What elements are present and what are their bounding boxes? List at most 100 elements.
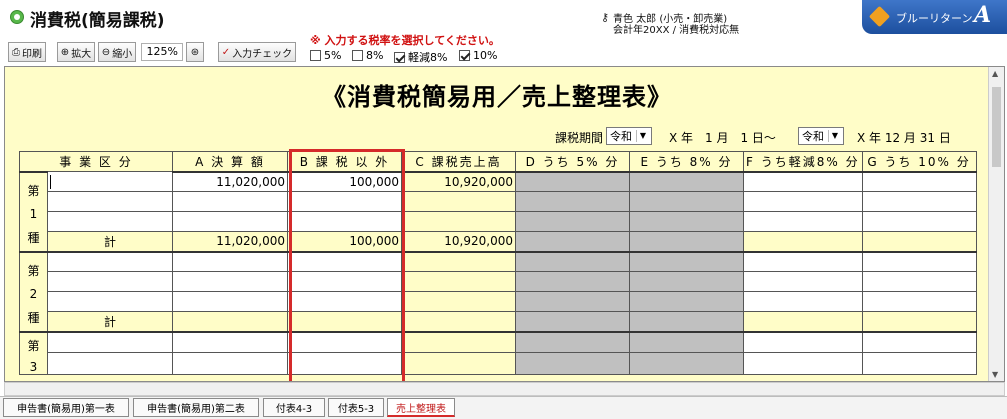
- amount-f-cell[interactable]: [743, 250, 863, 272]
- amount-b-cell[interactable]: [287, 352, 402, 375]
- total-b-cell: 100,000: [287, 231, 402, 252]
- sheet-tabs: 申告書(簡易用)第一表 申告書(簡易用)第二表 付表4-3 付表5-3 売上整理…: [0, 396, 1007, 419]
- business-name-cell[interactable]: [47, 211, 173, 232]
- business-name-cell[interactable]: [47, 271, 173, 292]
- amount-b-cell[interactable]: [287, 191, 402, 212]
- amount-f-cell[interactable]: [743, 352, 863, 375]
- business-name-cell[interactable]: [47, 291, 173, 312]
- business-name-cell[interactable]: [47, 352, 173, 375]
- amount-g-cell[interactable]: [861, 271, 977, 292]
- tab-schedule-4-3[interactable]: 付表4-3: [263, 398, 325, 417]
- amount-f-cell[interactable]: [743, 170, 863, 192]
- table-row: [20, 211, 977, 232]
- business-name-cell[interactable]: [47, 191, 173, 212]
- amount-b-cell[interactable]: [287, 250, 402, 272]
- zoom-level-field[interactable]: 125%: [141, 43, 183, 61]
- total-row: 計 11,020,000 100,000 10,920,000: [20, 231, 977, 252]
- chevron-down-icon: ▼: [636, 130, 649, 142]
- amount-a-cell[interactable]: [172, 191, 288, 212]
- rate-8-checkbox[interactable]: 8%: [352, 49, 383, 62]
- amount-g-cell[interactable]: [861, 170, 977, 192]
- amount-g-cell[interactable]: [861, 291, 977, 312]
- zoom-out-button[interactable]: ⊖ 縮小: [98, 42, 136, 62]
- business-name-cell[interactable]: [47, 330, 173, 354]
- scroll-down-icon[interactable]: ▼: [992, 370, 998, 379]
- business-name-cell[interactable]: [47, 171, 173, 192]
- scroll-thumb[interactable]: [992, 87, 1001, 167]
- total-f-cell: [743, 311, 863, 332]
- amount-g-cell[interactable]: [861, 250, 977, 272]
- horizontal-scrollbar[interactable]: [4, 382, 1005, 396]
- scroll-up-icon[interactable]: ▲: [992, 69, 998, 78]
- amount-f-cell[interactable]: [743, 191, 863, 212]
- checkbox-box[interactable]: [352, 50, 363, 61]
- amount-g-cell[interactable]: [861, 330, 977, 354]
- business-name-cell[interactable]: [47, 250, 173, 272]
- table-row: 第 1 種 11,020,000 100,000 10,920,000: [19, 170, 977, 252]
- amount-f-cell[interactable]: [743, 211, 863, 232]
- amount-f-cell[interactable]: [743, 291, 863, 312]
- amount-a-cell[interactable]: [172, 271, 288, 292]
- amount-a-cell[interactable]: [172, 291, 288, 312]
- zoom-in-button[interactable]: ⊕ 拡大: [57, 42, 95, 62]
- zoom-out-icon: ⊖: [101, 46, 111, 58]
- amount-b-cell[interactable]: [287, 211, 402, 232]
- tab-sales-sheet[interactable]: 売上整理表: [387, 398, 455, 417]
- amount-b-cell[interactable]: [287, 330, 402, 354]
- amount-g-cell[interactable]: [861, 352, 977, 375]
- amount-c-cell: [401, 352, 516, 375]
- rate-5-checkbox[interactable]: 5%: [310, 49, 341, 62]
- amount-a-cell[interactable]: 11,020,000: [172, 170, 288, 192]
- amount-b-cell[interactable]: [287, 271, 402, 292]
- zoom-in-icon: ⊕: [60, 46, 70, 58]
- amount-b-cell[interactable]: 100,000: [287, 170, 402, 192]
- table-row: [20, 191, 977, 212]
- tab-schedule-5-3[interactable]: 付表5-3: [328, 398, 384, 417]
- vertical-scrollbar[interactable]: ▲ ▼: [988, 67, 1004, 381]
- brand-letter: A: [974, 2, 992, 28]
- period-label: 課税期間: [555, 131, 604, 145]
- total-c-cell: [401, 311, 516, 332]
- sheet-title: 《消費税簡易用／売上整理表》: [322, 83, 672, 111]
- amount-a-cell[interactable]: [172, 330, 288, 354]
- category-char: 3: [29, 359, 38, 374]
- checkbox-box[interactable]: [310, 50, 321, 61]
- sales-sheet: 《消費税簡易用／売上整理表》 課税期間 令和 ▼ X 年 1 月 1 日～ 令和…: [4, 66, 1005, 382]
- rate-10-checkbox[interactable]: 10%: [459, 49, 497, 62]
- brand-logo[interactable]: ブルーリターン A: [862, 0, 1007, 34]
- zoom-in-label: 拡大: [71, 48, 92, 60]
- amount-f-cell[interactable]: [743, 330, 863, 354]
- amount-a-cell[interactable]: [172, 250, 288, 272]
- amount-f-cell[interactable]: [743, 271, 863, 292]
- brand-diamond-icon: [868, 5, 891, 28]
- table-row: [20, 271, 977, 292]
- print-button[interactable]: ⎙ 印刷: [8, 42, 46, 62]
- amount-b-cell[interactable]: [287, 291, 402, 312]
- rate-warning: ※ 入力する税率を選択してください。: [310, 34, 500, 47]
- tab-return-page1[interactable]: 申告書(簡易用)第一表: [3, 398, 129, 417]
- tab-return-page2[interactable]: 申告書(簡易用)第二表: [133, 398, 259, 417]
- category-char: 第: [27, 338, 40, 353]
- zoom-reset-button[interactable]: ⊛: [186, 42, 204, 62]
- amount-g-cell[interactable]: [861, 211, 977, 232]
- amount-a-cell[interactable]: [172, 352, 288, 375]
- header-cell: G うち 10% 分: [861, 151, 977, 172]
- era-end-select[interactable]: 令和 ▼: [798, 127, 844, 145]
- total-e-cell: [629, 311, 744, 332]
- fiscal-info: 会計年20XX / 消費税対応無: [613, 25, 740, 36]
- input-check-button[interactable]: ✓ 入力チェック: [218, 42, 296, 62]
- total-g-cell: [861, 311, 977, 332]
- table-row: [20, 352, 977, 375]
- amount-d-cell: [515, 250, 630, 272]
- amount-a-cell[interactable]: [172, 211, 288, 232]
- period-start-text: X 年 1 月 1 日～: [669, 131, 776, 145]
- era-start-select[interactable]: 令和 ▼: [606, 127, 652, 145]
- rate-reduced8-checkbox[interactable]: 軽減8%: [394, 49, 447, 65]
- category-char: 第: [27, 263, 40, 278]
- checkbox-box[interactable]: [394, 51, 405, 63]
- checkbox-box[interactable]: [459, 50, 470, 61]
- category-char: 種: [27, 230, 40, 245]
- zoom-reset-icon: ⊛: [190, 46, 200, 58]
- amount-g-cell[interactable]: [861, 191, 977, 212]
- amount-c-cell: [401, 191, 516, 212]
